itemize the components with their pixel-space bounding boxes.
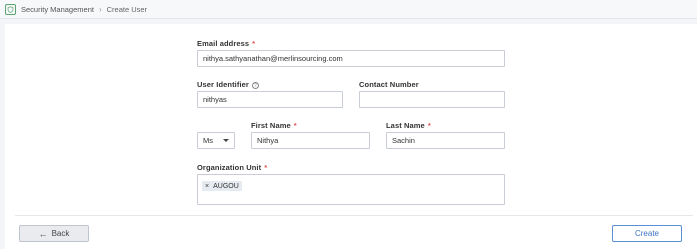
back-button[interactable]: ← Back [19, 225, 89, 242]
user-identifier-label-text: User Identifier [197, 80, 249, 89]
first-name-label-text: First Name [251, 121, 291, 130]
first-name-value: Nithya [257, 136, 279, 145]
remove-tag-icon[interactable]: × [205, 183, 209, 190]
caret-down-icon [223, 139, 229, 142]
org-unit-tag: × AUGOU [202, 181, 242, 191]
last-name-value: Sachin [392, 136, 415, 145]
contact-number-label: Contact Number [359, 80, 419, 89]
user-identifier-label: User Identifier? [197, 80, 259, 89]
salutation-select[interactable]: Ms [197, 132, 235, 149]
footer-divider [15, 215, 693, 216]
organization-unit-label-text: Organization Unit [197, 163, 262, 172]
organization-unit-label: Organization Unit * [197, 163, 267, 172]
create-button-label: Create [634, 229, 659, 238]
required-marker: * [427, 121, 431, 130]
last-name-label: Last Name * [386, 121, 431, 130]
email-label: Email address * [197, 39, 255, 48]
org-unit-tag-label: AUGOU [213, 182, 239, 190]
required-marker: * [293, 121, 297, 130]
required-marker: * [264, 163, 268, 172]
first-name-label: First Name * [251, 121, 297, 130]
chevron-right-icon: › [98, 4, 102, 14]
required-marker: * [252, 39, 256, 48]
breadcrumb-create-user: Create User [106, 4, 148, 14]
last-name-label-text: Last Name [386, 121, 425, 130]
breadcrumb-security-management[interactable]: Security Management [21, 5, 94, 14]
security-shield-icon [5, 3, 16, 15]
first-name-field[interactable]: Nithya [251, 132, 370, 149]
back-button-label: Back [51, 229, 70, 238]
email-value: nithya.sathyanathan@merlinsourcing.com [203, 54, 343, 63]
create-button[interactable]: Create [612, 225, 682, 242]
user-identifier-field[interactable]: nithyas [197, 91, 343, 108]
salutation-value: Ms [203, 136, 213, 145]
last-name-field[interactable]: Sachin [386, 132, 505, 149]
organization-unit-field[interactable] [197, 174, 505, 205]
arrow-left-icon: ← [38, 228, 48, 239]
help-icon[interactable]: ? [251, 81, 259, 89]
user-identifier-value: nithyas [203, 95, 227, 104]
contact-number-field[interactable] [359, 91, 505, 108]
create-user-form: Email address * nithya.sathyanathan@merli… [5, 24, 697, 249]
contact-number-label-text: Contact Number [359, 80, 419, 89]
email-field[interactable]: nithya.sathyanathan@merlinsourcing.com [197, 50, 505, 67]
email-label-text: Email address [197, 39, 250, 48]
top-bar: Security Management › Create User [0, 0, 697, 19]
